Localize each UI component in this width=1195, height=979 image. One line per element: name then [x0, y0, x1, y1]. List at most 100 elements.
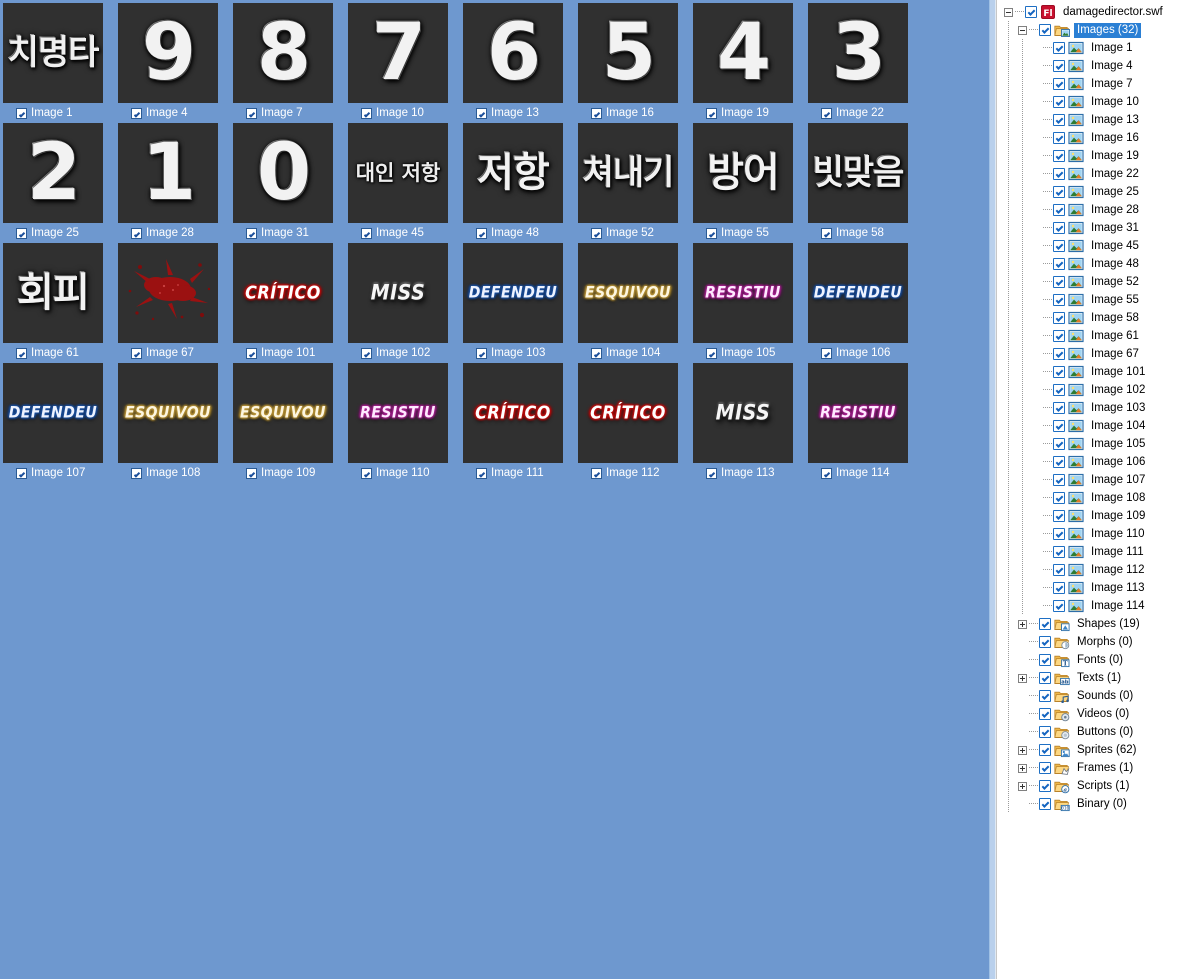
thumbnail-image[interactable]: 0 — [233, 123, 333, 223]
tree-item-checkbox[interactable] — [1025, 6, 1037, 18]
thumbnail-checkbox[interactable] — [591, 227, 602, 239]
thumbnail-checkbox[interactable] — [706, 107, 717, 119]
tree-item-image-103[interactable]: Image 103 — [997, 399, 1194, 417]
tree-item-image-58[interactable]: Image 58 — [997, 309, 1194, 327]
thumbnail-cell[interactable]: ESQUIVOU Image 108 — [118, 363, 233, 483]
thumbnail-checkbox[interactable] — [821, 347, 832, 359]
thumbnail-cell[interactable]: 빗맞음 Image 58 — [808, 123, 923, 243]
thumbnail-checkbox[interactable] — [591, 467, 602, 479]
tree-item-checkbox[interactable] — [1053, 474, 1065, 486]
thumbnail-image[interactable]: 회피 — [3, 243, 103, 343]
thumbnail-image[interactable]: CRÍTICO — [233, 243, 333, 343]
tree-item-image-10[interactable]: Image 10 — [997, 93, 1194, 111]
tree-item-image-105[interactable]: Image 105 — [997, 435, 1194, 453]
tree-item-checkbox[interactable] — [1053, 456, 1065, 468]
thumbnail-checkbox[interactable] — [246, 107, 257, 119]
expand-icon[interactable] — [1018, 763, 1027, 773]
thumbnail-cell[interactable]: DEFENDEU Image 107 — [3, 363, 118, 483]
thumbnail-cell[interactable]: 쳐내기 Image 52 — [578, 123, 693, 243]
thumbnail-checkbox[interactable] — [476, 227, 487, 239]
tree-item-checkbox[interactable] — [1053, 186, 1065, 198]
tree-item-image-28[interactable]: Image 28 — [997, 201, 1194, 219]
thumbnail-checkbox[interactable] — [361, 347, 372, 359]
tree-item-checkbox[interactable] — [1053, 42, 1065, 54]
tree-item-image-111[interactable]: Image 111 — [997, 543, 1194, 561]
thumbnail-cell[interactable]: CRÍTICO Image 112 — [578, 363, 693, 483]
tree-item-damagedirector-swf[interactable]: Fl damagedirector.swf — [997, 3, 1194, 21]
thumbnail-image[interactable]: CRÍTICO — [578, 363, 678, 463]
tree-item-image-1[interactable]: Image 1 — [997, 39, 1194, 57]
expand-icon[interactable] — [1018, 745, 1027, 755]
thumbnail-checkbox[interactable] — [821, 467, 832, 479]
thumbnail-image[interactable]: 쳐내기 — [578, 123, 678, 223]
expand-icon[interactable] — [1018, 619, 1027, 629]
thumbnail-image[interactable]: DEFENDEU — [808, 243, 908, 343]
tree-item-frames-1[interactable]: Frames (1) — [997, 759, 1194, 777]
thumbnail-image[interactable]: 빗맞음 — [808, 123, 908, 223]
tree-item-image-19[interactable]: Image 19 — [997, 147, 1194, 165]
thumbnail-image[interactable] — [118, 243, 218, 343]
thumbnail-cell[interactable]: ESQUIVOU Image 104 — [578, 243, 693, 363]
tree-item-checkbox[interactable] — [1053, 330, 1065, 342]
tree-item-image-13[interactable]: Image 13 — [997, 111, 1194, 129]
thumbnail-cell[interactable]: 7 Image 10 — [348, 3, 463, 123]
thumbnail-checkbox[interactable] — [16, 347, 27, 359]
tree-item-binary-0[interactable]: 010 Binary (0) — [997, 795, 1194, 813]
thumbnail-checkbox[interactable] — [706, 347, 717, 359]
tree-item-image-114[interactable]: Image 114 — [997, 597, 1194, 615]
tree-item-checkbox[interactable] — [1053, 78, 1065, 90]
thumbnail-checkbox[interactable] — [476, 347, 487, 359]
thumbnail-checkbox[interactable] — [591, 347, 602, 359]
thumbnail-checkbox[interactable] — [361, 107, 372, 119]
tree-item-image-113[interactable]: Image 113 — [997, 579, 1194, 597]
tree-item-checkbox[interactable] — [1039, 618, 1051, 630]
tree-item-checkbox[interactable] — [1039, 780, 1051, 792]
thumbnail-image[interactable]: 7 — [348, 3, 448, 103]
tree-item-checkbox[interactable] — [1053, 240, 1065, 252]
thumbnail-checkbox[interactable] — [821, 227, 832, 239]
thumbnail-image[interactable]: ESQUIVOU — [578, 243, 678, 343]
tree-item-image-25[interactable]: Image 25 — [997, 183, 1194, 201]
thumbnail-checkbox[interactable] — [361, 227, 372, 239]
tree-item-checkbox[interactable] — [1053, 168, 1065, 180]
thumbnail-image[interactable]: ESQUIVOU — [233, 363, 333, 463]
image-preview-panel[interactable]: 치명타 Image 1 9 Image 4 8 Image 7 7 Image 10 6 Imag… — [0, 0, 989, 979]
thumbnail-cell[interactable]: RESISTIU Image 110 — [348, 363, 463, 483]
tree-item-image-16[interactable]: Image 16 — [997, 129, 1194, 147]
tree-item-checkbox[interactable] — [1053, 348, 1065, 360]
tree-item-buttons-0[interactable]: Buttons (0) — [997, 723, 1194, 741]
tree-item-sounds-0[interactable]: Sounds (0) — [997, 687, 1194, 705]
thumbnail-cell[interactable]: 3 Image 22 — [808, 3, 923, 123]
tree-item-image-112[interactable]: Image 112 — [997, 561, 1194, 579]
thumbnail-checkbox[interactable] — [246, 467, 257, 479]
tree-item-sprites-62[interactable]: Sprites (62) — [997, 741, 1194, 759]
tree-item-checkbox[interactable] — [1053, 60, 1065, 72]
thumbnail-cell[interactable]: 1 Image 28 — [118, 123, 233, 243]
thumbnail-cell[interactable]: MISS Image 102 — [348, 243, 463, 363]
tree-item-checkbox[interactable] — [1039, 762, 1051, 774]
thumbnail-cell[interactable]: 저항 Image 48 — [463, 123, 578, 243]
tree-item-checkbox[interactable] — [1053, 150, 1065, 162]
tree-item-image-101[interactable]: Image 101 — [997, 363, 1194, 381]
tree-item-image-55[interactable]: Image 55 — [997, 291, 1194, 309]
thumbnail-cell[interactable]: 방어 Image 55 — [693, 123, 808, 243]
tree-item-checkbox[interactable] — [1053, 312, 1065, 324]
thumbnail-image[interactable]: 6 — [463, 3, 563, 103]
thumbnail-cell[interactable]: CRÍTICO Image 101 — [233, 243, 348, 363]
thumbnail-image[interactable]: RESISTIU — [693, 243, 793, 343]
tree-item-fonts-0[interactable]: T Fonts (0) — [997, 651, 1194, 669]
tree-item-image-7[interactable]: Image 7 — [997, 75, 1194, 93]
thumbnail-image[interactable]: CRÍTICO — [463, 363, 563, 463]
thumbnail-image[interactable]: 치명타 — [3, 3, 103, 103]
thumbnail-cell[interactable]: ESQUIVOU Image 109 — [233, 363, 348, 483]
thumbnail-cell[interactable]: 5 Image 16 — [578, 3, 693, 123]
thumbnail-checkbox[interactable] — [476, 107, 487, 119]
thumbnail-image[interactable]: RESISTIU — [348, 363, 448, 463]
tree-item-image-61[interactable]: Image 61 — [997, 327, 1194, 345]
thumbnail-checkbox[interactable] — [131, 227, 142, 239]
tree-item-checkbox[interactable] — [1053, 204, 1065, 216]
thumbnail-checkbox[interactable] — [591, 107, 602, 119]
tree-item-checkbox[interactable] — [1053, 564, 1065, 576]
tree-item-morphs-0[interactable]: Morphs (0) — [997, 633, 1194, 651]
thumbnail-checkbox[interactable] — [706, 467, 717, 479]
